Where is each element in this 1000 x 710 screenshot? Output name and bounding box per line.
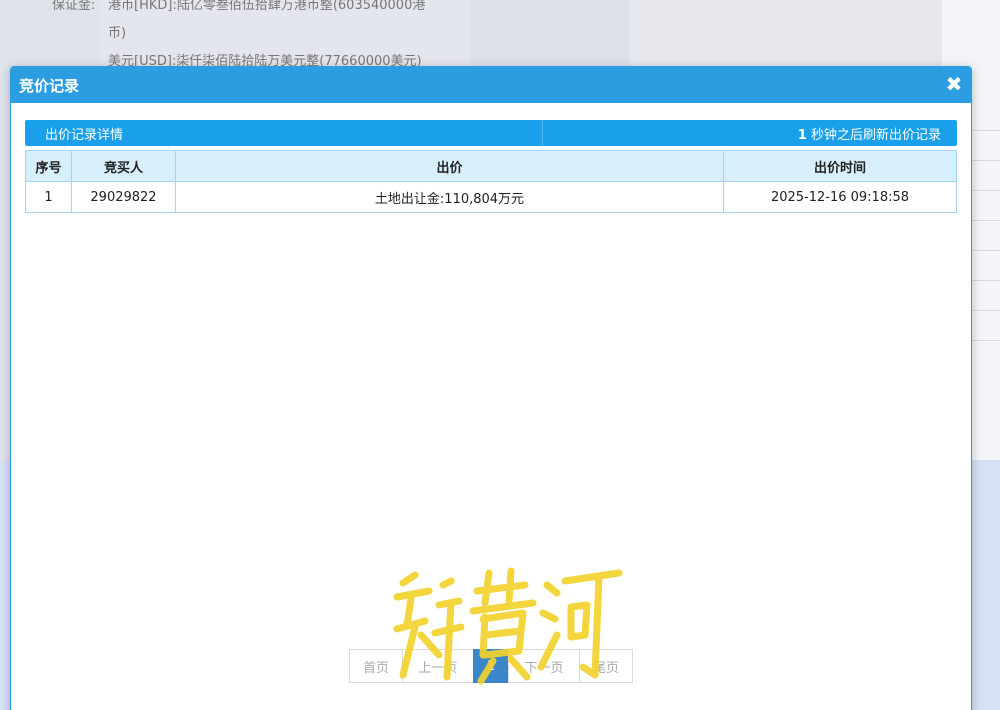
first-page-button[interactable]: 首页 — [349, 649, 403, 683]
column-header-bidder: 竞买人 — [71, 150, 176, 182]
refresh-countdown: 1 秒钟之后刷新出价记录 — [543, 124, 957, 143]
bid-table: 序号 竞买人 出价 出价时间 1 29029822 土地出让金:110,804万… — [25, 150, 957, 213]
background-row-divider — [968, 340, 1000, 341]
dialog-title: 竞价记录 — [19, 76, 80, 95]
column-header-index: 序号 — [25, 150, 72, 182]
table-row: 1 29029822 土地出让金:110,804万元 2025-12-16 09… — [25, 181, 957, 213]
pagination: 首页 上一页 1 下一页 尾页 — [349, 649, 633, 683]
background-right-panel — [630, 0, 942, 70]
column-header-time: 出价时间 — [723, 150, 957, 182]
deposit-label: 保证金: — [52, 0, 96, 13]
next-page-button[interactable]: 下一页 — [508, 649, 580, 683]
background-row-divider — [968, 250, 1000, 251]
deposit-hkd-line: 港币[HKD]:陆亿零叁佰伍拾肆万港币整(603540000港 — [108, 0, 426, 13]
last-page-button[interactable]: 尾页 — [579, 649, 633, 683]
bid-detail-label: 出价记录详情 — [25, 120, 543, 146]
cell-price: 土地出让金:110,804万元 — [175, 181, 724, 213]
close-icon[interactable]: ✖ — [943, 73, 965, 95]
background-row-divider — [968, 130, 1000, 131]
background-mid-panel — [470, 0, 630, 70]
background-row-divider — [968, 190, 1000, 191]
cell-time: 2025-12-16 09:18:58 — [723, 181, 957, 213]
background-row-divider — [968, 310, 1000, 311]
table-header-row: 序号 竞买人 出价 出价时间 — [25, 150, 957, 182]
deposit-hkd-line-cont: 币) — [108, 26, 127, 41]
current-page-button[interactable]: 1 — [473, 649, 509, 683]
refresh-text: 秒钟之后刷新出价记录 — [810, 127, 941, 143]
background-row-divider — [968, 160, 1000, 161]
prev-page-button[interactable]: 上一页 — [402, 649, 474, 683]
bid-info-bar: 出价记录详情 1 秒钟之后刷新出价记录 — [25, 120, 957, 146]
bid-record-dialog: 竞价记录 ✖ 出价记录详情 1 秒钟之后刷新出价记录 序号 竞买人 出价 出价时… — [10, 66, 972, 710]
cell-index: 1 — [25, 181, 72, 213]
background-row-divider — [968, 280, 1000, 281]
column-header-price: 出价 — [175, 150, 724, 182]
refresh-count: 1 — [797, 127, 807, 143]
background-row-divider — [968, 220, 1000, 221]
dialog-header: 竞价记录 ✖ — [11, 67, 971, 103]
cell-bidder: 29029822 — [71, 181, 176, 213]
